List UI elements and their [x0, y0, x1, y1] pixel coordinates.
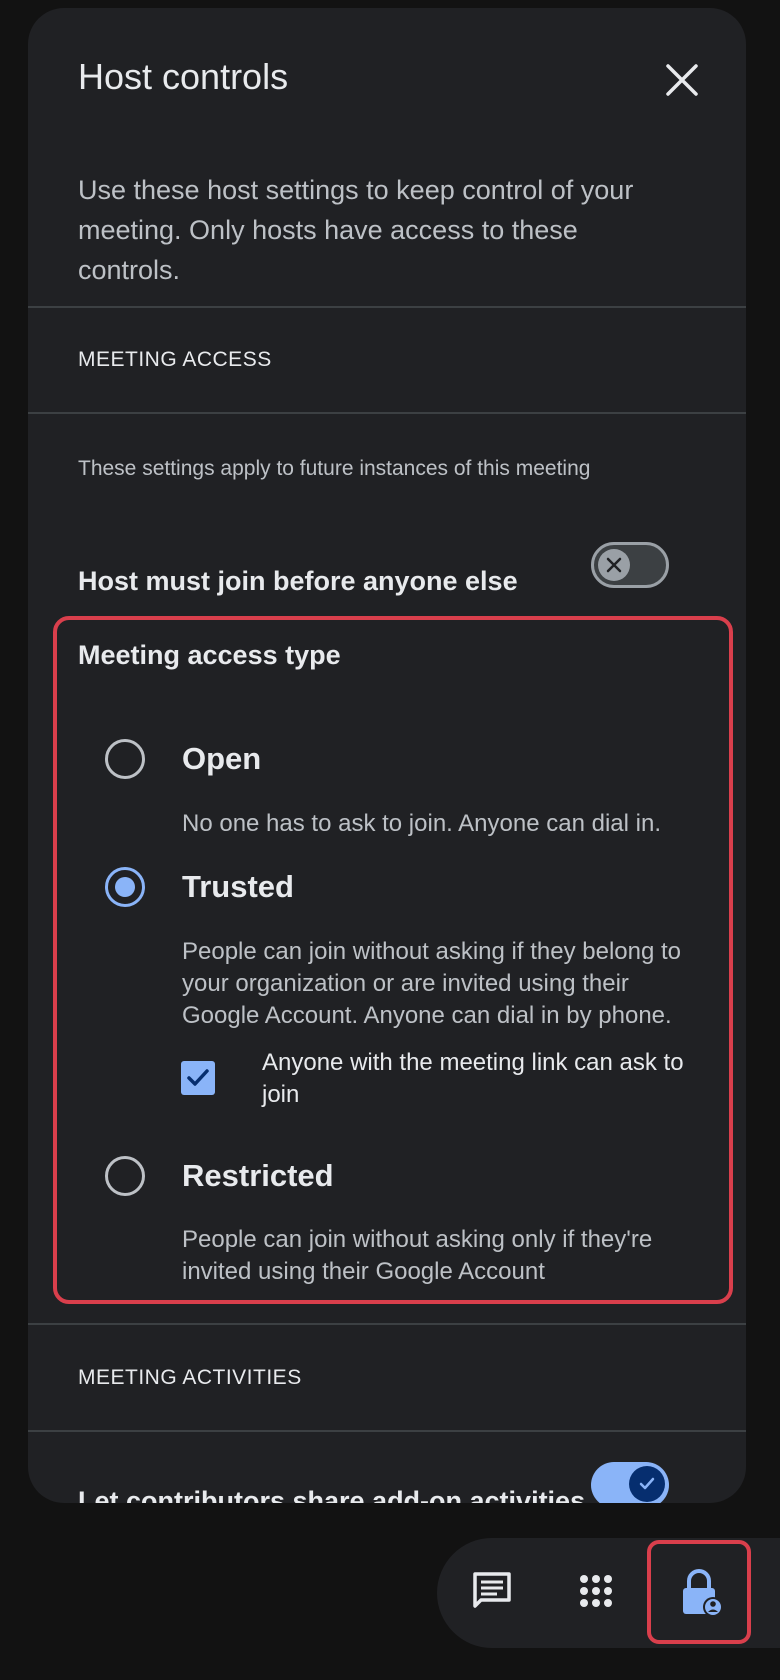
- meeting-activities-header: MEETING ACTIVITIES: [78, 1366, 302, 1389]
- option-open-label[interactable]: Open: [182, 741, 261, 777]
- ask-to-join-checkbox[interactable]: [181, 1061, 215, 1095]
- option-trusted-label[interactable]: Trusted: [182, 869, 294, 905]
- host-controls-highlight: [647, 1540, 751, 1644]
- option-restricted-label[interactable]: Restricted: [182, 1158, 334, 1194]
- x-icon: [606, 557, 622, 573]
- divider: [28, 1430, 746, 1432]
- radio-restricted[interactable]: [105, 1156, 145, 1196]
- host-join-first-toggle[interactable]: [591, 542, 669, 588]
- addon-activities-toggle[interactable]: [591, 1462, 669, 1503]
- option-trusted-description: People can join without asking if they b…: [182, 938, 681, 1029]
- meeting-access-header: MEETING ACCESS: [78, 348, 272, 371]
- checkmark-icon: [187, 1069, 209, 1086]
- radio-open[interactable]: [105, 739, 145, 779]
- future-instances-note: These settings apply to future instances…: [78, 457, 591, 480]
- close-button[interactable]: [658, 56, 706, 104]
- chat-button[interactable]: [462, 1561, 522, 1621]
- checkmark-icon: [639, 1477, 655, 1490]
- divider: [28, 1323, 746, 1325]
- toggle-knob: [598, 549, 630, 581]
- radio-trusted[interactable]: [105, 867, 145, 907]
- option-open-description: No one has to ask to join. Anyone can di…: [182, 810, 661, 837]
- ask-to-join-label[interactable]: Anyone with the meeting link can ask to …: [262, 1047, 702, 1111]
- panel-title: Host controls: [78, 56, 289, 97]
- option-restricted-description: People can join without asking only if t…: [182, 1226, 653, 1285]
- meeting-access-type-title: Meeting access type: [78, 640, 341, 670]
- addon-activities-label: Let contributors share add-on activities: [78, 1486, 586, 1503]
- host-join-first-label: Host must join before anyone else: [78, 566, 518, 596]
- radio-selected-dot: [115, 877, 135, 897]
- chat-icon: [473, 1572, 511, 1608]
- divider: [28, 306, 746, 308]
- intro-text: Use these host settings to keep control …: [78, 175, 634, 285]
- toggle-knob: [629, 1466, 665, 1502]
- apps-grid-icon: [580, 1575, 612, 1607]
- close-icon: [666, 64, 698, 96]
- divider: [28, 412, 746, 414]
- activities-button[interactable]: [566, 1561, 626, 1621]
